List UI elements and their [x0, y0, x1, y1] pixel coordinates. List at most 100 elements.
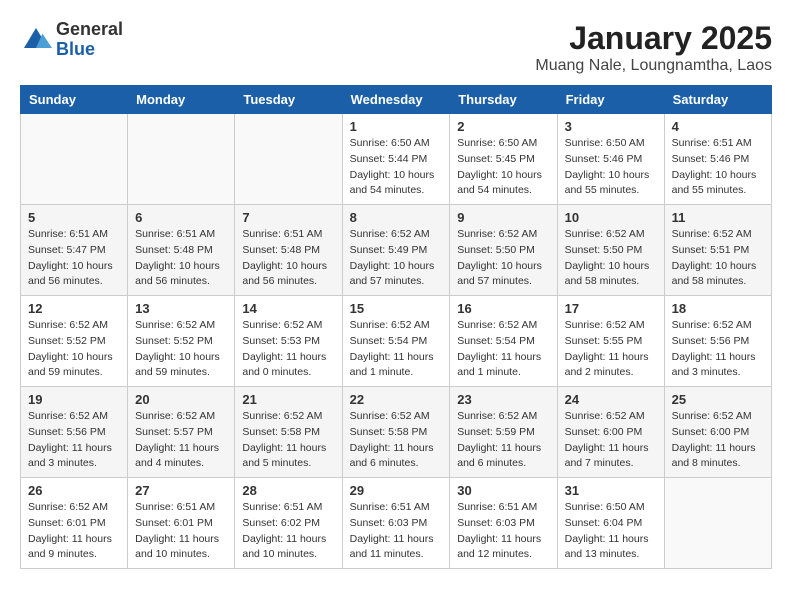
day-number: 16 — [457, 301, 549, 316]
calendar-cell: 24 Sunrise: 6:52 AM Sunset: 6:00 PM Dayli… — [557, 387, 664, 478]
logo-general-text: General — [56, 20, 123, 40]
day-info: Sunrise: 6:50 AM Sunset: 6:04 PM Dayligh… — [565, 500, 657, 563]
day-number: 6 — [135, 210, 227, 225]
calendar-cell: 2 Sunrise: 6:50 AM Sunset: 5:45 PM Daylig… — [450, 114, 557, 205]
calendar-cell: 6 Sunrise: 6:51 AM Sunset: 5:48 PM Daylig… — [128, 205, 235, 296]
calendar-cell — [21, 114, 128, 205]
day-info: Sunrise: 6:52 AM Sunset: 6:00 PM Dayligh… — [565, 409, 657, 472]
day-info: Sunrise: 6:51 AM Sunset: 5:47 PM Dayligh… — [28, 227, 120, 290]
day-info: Sunrise: 6:52 AM Sunset: 5:54 PM Dayligh… — [457, 318, 549, 381]
day-info: Sunrise: 6:50 AM Sunset: 5:45 PM Dayligh… — [457, 136, 549, 199]
calendar-cell: 20 Sunrise: 6:52 AM Sunset: 5:57 PM Dayli… — [128, 387, 235, 478]
calendar-cell: 10Sunrise: 6:52 AM Sunset: 5:50 PM Dayli… — [557, 205, 664, 296]
day-info: Sunrise: 6:51 AM Sunset: 5:46 PM Dayligh… — [672, 136, 764, 199]
calendar-week-row: 12 Sunrise: 6:52 AM Sunset: 5:52 PM Dayli… — [21, 296, 772, 387]
calendar-cell: 16 Sunrise: 6:52 AM Sunset: 5:54 PM Dayli… — [450, 296, 557, 387]
day-number: 30 — [457, 483, 549, 498]
calendar-week-row: 26Sunrise: 6:52 AM Sunset: 6:01 PM Dayli… — [21, 478, 772, 569]
calendar-cell: 27 Sunrise: 6:51 AM Sunset: 6:01 PM Dayli… — [128, 478, 235, 569]
day-info: Sunrise: 6:51 AM Sunset: 6:03 PM Dayligh… — [350, 500, 443, 563]
day-number: 15 — [350, 301, 443, 316]
day-number: 13 — [135, 301, 227, 316]
day-number: 26 — [28, 483, 120, 498]
day-number: 4 — [672, 119, 764, 134]
day-number: 20 — [135, 392, 227, 407]
day-number: 1 — [350, 119, 443, 134]
weekday-header-row: SundayMondayTuesdayWednesdayThursdayFrid… — [21, 86, 772, 114]
calendar-cell: 21 Sunrise: 6:52 AM Sunset: 5:58 PM Dayli… — [235, 387, 342, 478]
day-number: 3 — [565, 119, 657, 134]
day-info: Sunrise: 6:51 AM Sunset: 6:02 PM Dayligh… — [242, 500, 334, 563]
page-header: General Blue January 2025 Muang Nale, Lo… — [20, 20, 772, 75]
calendar-cell: 8 Sunrise: 6:52 AM Sunset: 5:49 PM Daylig… — [342, 205, 450, 296]
day-number: 18 — [672, 301, 764, 316]
calendar-cell: 29 Sunrise: 6:51 AM Sunset: 6:03 PM Dayli… — [342, 478, 450, 569]
calendar-cell: 19 Sunrise: 6:52 AM Sunset: 5:56 PM Dayli… — [21, 387, 128, 478]
day-info: Sunrise: 6:50 AM Sunset: 5:46 PM Dayligh… — [565, 136, 657, 199]
day-info: Sunrise: 6:52 AM Sunset: 5:58 PM Dayligh… — [350, 409, 443, 472]
day-number: 19 — [28, 392, 120, 407]
day-number: 14 — [242, 301, 334, 316]
calendar-cell: 26Sunrise: 6:52 AM Sunset: 6:01 PM Dayli… — [21, 478, 128, 569]
day-info: Sunrise: 6:52 AM Sunset: 5:55 PM Dayligh… — [565, 318, 657, 381]
day-number: 24 — [565, 392, 657, 407]
day-info: Sunrise: 6:52 AM Sunset: 5:57 PM Dayligh… — [135, 409, 227, 472]
weekday-header-monday: Monday — [128, 86, 235, 114]
calendar-cell: 13 Sunrise: 6:52 AM Sunset: 5:52 PM Dayli… — [128, 296, 235, 387]
day-number: 31 — [565, 483, 657, 498]
day-info: Sunrise: 6:52 AM Sunset: 5:54 PM Dayligh… — [350, 318, 443, 381]
day-number: 21 — [242, 392, 334, 407]
day-number: 2 — [457, 119, 549, 134]
calendar-cell: 3 Sunrise: 6:50 AM Sunset: 5:46 PM Daylig… — [557, 114, 664, 205]
day-info: Sunrise: 6:52 AM Sunset: 5:50 PM Dayligh… — [565, 227, 657, 290]
calendar-cell: 12 Sunrise: 6:52 AM Sunset: 5:52 PM Dayli… — [21, 296, 128, 387]
calendar-table: SundayMondayTuesdayWednesdayThursdayFrid… — [20, 85, 772, 569]
calendar-week-row: 5 Sunrise: 6:51 AM Sunset: 5:47 PM Daylig… — [21, 205, 772, 296]
weekday-header-thursday: Thursday — [450, 86, 557, 114]
day-number: 9 — [457, 210, 549, 225]
weekday-header-sunday: Sunday — [21, 86, 128, 114]
day-number: 11 — [672, 210, 764, 225]
day-info: Sunrise: 6:51 AM Sunset: 5:48 PM Dayligh… — [135, 227, 227, 290]
day-info: Sunrise: 6:50 AM Sunset: 5:44 PM Dayligh… — [350, 136, 443, 199]
title-block: January 2025 Muang Nale, Loungnamtha, La… — [535, 20, 772, 75]
day-number: 8 — [350, 210, 443, 225]
day-info: Sunrise: 6:52 AM Sunset: 5:50 PM Dayligh… — [457, 227, 549, 290]
day-number: 22 — [350, 392, 443, 407]
calendar-cell — [235, 114, 342, 205]
calendar-cell: 4 Sunrise: 6:51 AM Sunset: 5:46 PM Daylig… — [664, 114, 771, 205]
calendar-cell: 17 Sunrise: 6:52 AM Sunset: 5:55 PM Dayli… — [557, 296, 664, 387]
day-info: Sunrise: 6:52 AM Sunset: 5:53 PM Dayligh… — [242, 318, 334, 381]
day-number: 27 — [135, 483, 227, 498]
calendar-week-row: 19 Sunrise: 6:52 AM Sunset: 5:56 PM Dayli… — [21, 387, 772, 478]
day-number: 25 — [672, 392, 764, 407]
logo-text: General Blue — [56, 20, 123, 60]
calendar-cell: 28Sunrise: 6:51 AM Sunset: 6:02 PM Dayli… — [235, 478, 342, 569]
day-info: Sunrise: 6:51 AM Sunset: 6:01 PM Dayligh… — [135, 500, 227, 563]
day-info: Sunrise: 6:52 AM Sunset: 5:58 PM Dayligh… — [242, 409, 334, 472]
calendar-cell: 31 Sunrise: 6:50 AM Sunset: 6:04 PM Dayli… — [557, 478, 664, 569]
day-info: Sunrise: 6:52 AM Sunset: 5:52 PM Dayligh… — [135, 318, 227, 381]
calendar-cell: 9 Sunrise: 6:52 AM Sunset: 5:50 PM Daylig… — [450, 205, 557, 296]
location-subtitle: Muang Nale, Loungnamtha, Laos — [535, 57, 772, 75]
day-number: 5 — [28, 210, 120, 225]
day-info: Sunrise: 6:51 AM Sunset: 6:03 PM Dayligh… — [457, 500, 549, 563]
day-info: Sunrise: 6:52 AM Sunset: 5:51 PM Dayligh… — [672, 227, 764, 290]
calendar-cell: 18Sunrise: 6:52 AM Sunset: 5:56 PM Dayli… — [664, 296, 771, 387]
day-info: Sunrise: 6:52 AM Sunset: 6:00 PM Dayligh… — [672, 409, 764, 472]
weekday-header-wednesday: Wednesday — [342, 86, 450, 114]
day-number: 17 — [565, 301, 657, 316]
calendar-cell: 30 Sunrise: 6:51 AM Sunset: 6:03 PM Dayli… — [450, 478, 557, 569]
calendar-cell: 7Sunrise: 6:51 AM Sunset: 5:48 PM Daylig… — [235, 205, 342, 296]
logo-blue-text: Blue — [56, 40, 123, 60]
logo-icon — [20, 24, 52, 56]
day-info: Sunrise: 6:52 AM Sunset: 5:49 PM Dayligh… — [350, 227, 443, 290]
calendar-cell: 5 Sunrise: 6:51 AM Sunset: 5:47 PM Daylig… — [21, 205, 128, 296]
day-info: Sunrise: 6:52 AM Sunset: 5:56 PM Dayligh… — [28, 409, 120, 472]
day-info: Sunrise: 6:52 AM Sunset: 5:52 PM Dayligh… — [28, 318, 120, 381]
day-info: Sunrise: 6:51 AM Sunset: 5:48 PM Dayligh… — [242, 227, 334, 290]
month-title: January 2025 — [535, 20, 772, 57]
calendar-cell: 22 Sunrise: 6:52 AM Sunset: 5:58 PM Dayli… — [342, 387, 450, 478]
day-number: 12 — [28, 301, 120, 316]
day-number: 29 — [350, 483, 443, 498]
